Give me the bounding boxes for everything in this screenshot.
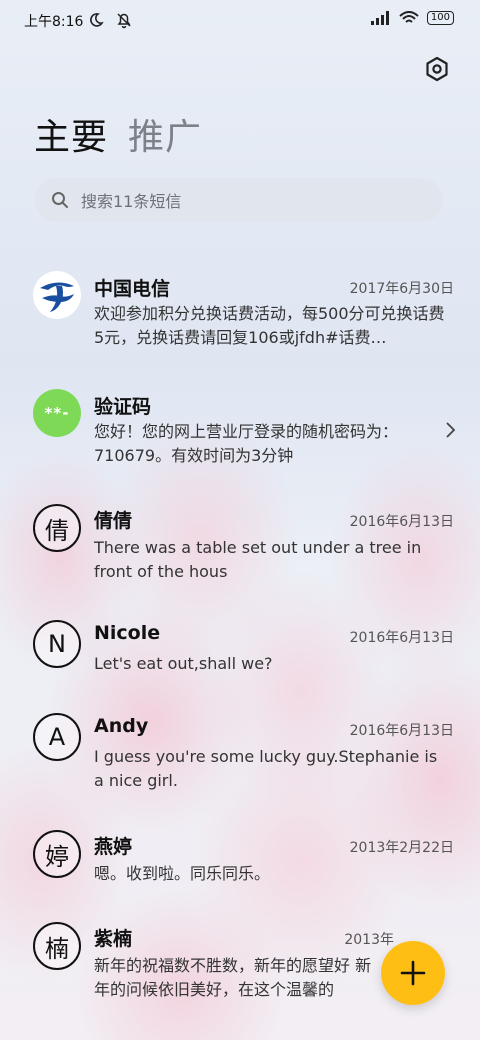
contact-name: 中国电信	[94, 278, 171, 300]
avatar: 楠	[33, 922, 81, 970]
avatar: 倩	[33, 504, 81, 552]
contact-name: Nicole	[94, 622, 161, 644]
wifi-icon	[399, 11, 419, 23]
conversation-item[interactable]: 婷 燕婷 2013年2月22日 嗯。收到啦。同乐同乐。	[0, 830, 480, 890]
moon-icon	[90, 12, 104, 27]
conversation-item[interactable]: 倩 倩倩 2016年6月13日 There was a table set ou…	[0, 504, 480, 584]
status-bar: 上午8:16 100	[0, 0, 480, 40]
message-preview: Let's eat out,shall we?	[94, 654, 273, 673]
message-date: 2016年6月13日	[349, 630, 454, 646]
search-icon	[52, 192, 68, 208]
message-date: 2016年6月13日	[349, 723, 454, 739]
message-date: 2017年6月30日	[349, 281, 454, 297]
search-bar[interactable]: 搜索11条短信	[35, 178, 443, 222]
conversation-item[interactable]: N Nicole 2016年6月13日 Let's eat out,shall …	[0, 620, 480, 680]
avatar: A	[33, 713, 81, 761]
message-date: 2016年6月13日	[349, 514, 454, 530]
search-placeholder: 搜索11条短信	[81, 192, 182, 211]
settings-hexagon-icon	[426, 56, 448, 82]
contact-name: 验证码	[94, 396, 152, 418]
conversation-item[interactable]: 中国电信 2017年6月30日 欢迎参加积分兑换话费活动，每500分可兑换话费5…	[0, 262, 480, 352]
signal-icon	[370, 11, 389, 25]
message-date: 2013年2月22日	[349, 840, 454, 856]
contact-name: 紫楠	[94, 928, 133, 950]
mute-bell-icon	[117, 12, 131, 28]
status-right-icons: 100	[370, 11, 454, 25]
message-date: 2013年	[344, 932, 394, 948]
china-telecom-logo-icon	[33, 271, 81, 319]
new-message-button[interactable]	[381, 941, 445, 1005]
message-preview: There was a table set out under a tree i…	[94, 538, 422, 581]
status-time: 上午8:16	[24, 14, 84, 30]
message-preview: I guess you're some lucky guy.Stephanie …	[94, 747, 438, 790]
status-left-icons	[88, 10, 133, 29]
battery-icon: 100	[426, 11, 454, 25]
tab-bar: 主要 推广	[34, 108, 202, 160]
tab-primary[interactable]: 主要	[34, 108, 108, 160]
tab-promotions[interactable]: 推广	[128, 108, 202, 160]
message-preview: 新年的祝福数不胜数，新年的愿望好 新年的问候依旧美好，在这个温馨的	[94, 954, 394, 1002]
conversation-item[interactable]: A Andy 2016年6月13日 I guess you're some lu…	[0, 713, 480, 793]
message-preview: 您好！您的网上营业厅登录的随机密码为：710679。有效时间为3分钟	[94, 422, 399, 465]
chevron-right-icon[interactable]	[442, 420, 458, 440]
settings-button[interactable]	[420, 52, 454, 86]
contact-name: Andy	[94, 715, 149, 737]
avatar: 婷	[33, 830, 81, 878]
contact-name: 燕婷	[94, 836, 133, 858]
message-preview: 嗯。收到啦。同乐同乐。	[94, 864, 271, 883]
plus-icon	[400, 960, 426, 986]
avatar: **-	[33, 389, 81, 437]
message-preview: 欢迎参加积分兑换话费活动，每500分可兑换话费5元，兑换话费请回复106或jfd…	[94, 304, 445, 347]
contact-name: 倩倩	[94, 510, 133, 532]
conversation-item[interactable]: **- 验证码 您好！您的网上营业厅登录的随机密码为：710679。有效时间为3…	[0, 388, 480, 468]
avatar: N	[33, 620, 81, 668]
message-preview-text: 新年的祝福数不胜数，新年的愿望好 新年的问候依旧美好，在这个温馨的	[94, 956, 372, 999]
